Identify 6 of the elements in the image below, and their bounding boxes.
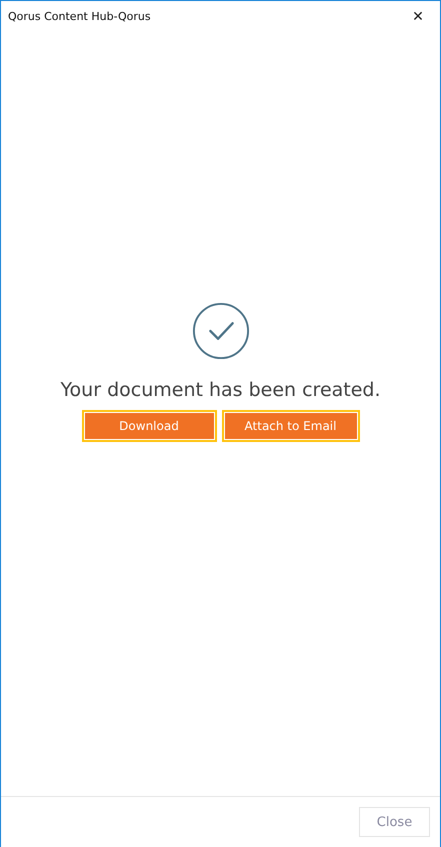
action-button[interactable]: Attach to Email (222, 410, 360, 442)
close-button[interactable]: Close (359, 807, 430, 837)
window-title: Qorus Content Hub-Qorus (8, 10, 151, 23)
checkmark-circle-icon (192, 302, 250, 360)
action-button[interactable]: Download (82, 410, 216, 442)
success-message: Your document has been created. (60, 379, 381, 401)
